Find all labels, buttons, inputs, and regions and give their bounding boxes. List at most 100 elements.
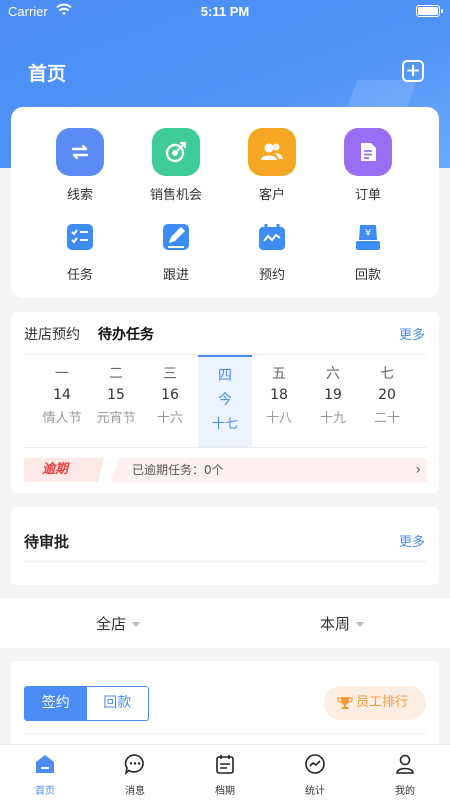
day-number: 今 [218,392,232,408]
day-lunar: 十六 [156,411,183,426]
tab-store-visit[interactable]: 进店预约 [24,324,80,344]
period-filter[interactable]: 本周 [320,613,365,634]
quick-action-tasks[interactable]: 任务 [32,222,128,283]
overdue-text: 已逾期任务：0个 [132,463,224,477]
calendar-day[interactable]: 一 14 情人节 [35,355,89,447]
payment-icon: ¥ [356,225,380,250]
overdue-tag: 逾期 [24,458,104,482]
approval-title: 待审批 [24,533,70,551]
day-number: 16 [161,387,179,403]
quick-action-followup[interactable]: 跟进 [128,222,224,283]
calendar-day[interactable]: 二 15 元宵节 [89,355,143,447]
quick-action-orders[interactable]: 订单 [320,128,416,203]
period-filter-value: 本周 [320,615,351,633]
tab-label: 首页 [35,786,55,797]
day-lunar: 二十 [373,411,400,426]
calendar-day[interactable]: 六 19 十九 [306,355,360,447]
order-icon [344,128,392,176]
quick-action-appointment[interactable]: 预约 [224,222,320,283]
user-icon [396,754,414,774]
day-number: 15 [107,387,125,403]
day-lunar: 十七 [211,417,238,432]
caret-down-icon [132,622,141,627]
swap-icon [56,128,104,176]
calendar-day[interactable]: 三 16 十六 [143,355,197,447]
tab-label: 我的 [395,786,415,797]
day-lunar: 元宵节 [96,411,136,426]
day-number: 14 [53,387,71,403]
add-button[interactable]: + [402,60,424,82]
caret-down-icon [356,622,365,627]
tab-label: 消息 [125,786,145,797]
quick-action-label: 线索 [66,188,93,203]
overdue-info: 已逾期任务：0个 › [110,458,427,482]
filter-bar: 全店 本周 [0,598,450,648]
bottom-tab-bar: 首页 消息 档期 统计 我的 [0,744,450,800]
day-number: 20 [378,387,396,403]
quick-action-leads[interactable]: 线索 [32,128,128,203]
tab-profile[interactable]: 我的 [375,753,435,797]
day-lunar: 情人节 [42,411,82,426]
task-card: 进店预约 待办任务 更多 一 14 情人节 二 15 元宵节 三 16 十六 四… [11,312,439,493]
day-weekday: 一 [55,366,69,382]
chat-icon [124,754,144,776]
divider [24,447,426,448]
day-number: 18 [270,387,288,403]
customers-icon [248,128,296,176]
home-icon [36,755,54,773]
tab-label: 统计 [305,786,325,797]
calendar-day[interactable]: 五 18 十八 [252,355,306,447]
tab-todo-tasks[interactable]: 待办任务 [98,324,154,344]
tab-statistics[interactable]: 统计 [285,753,345,797]
tab-label: 档期 [215,786,235,797]
tab-schedule[interactable]: 档期 [195,753,255,797]
divider [24,561,426,562]
target-icon [152,128,200,176]
calendar-day-today[interactable]: 四 今 十七 [198,355,252,447]
trophy-icon [337,697,353,709]
clock: 5:11 PM [200,4,250,19]
tasks-more-link[interactable]: 更多 [399,324,425,343]
day-weekday: 七 [380,366,394,382]
tab-messages[interactable]: 消息 [105,753,165,797]
quick-action-payment[interactable]: ¥ 回款 [320,222,416,283]
overdue-banner[interactable]: 逾期 已逾期任务：0个 › [24,458,427,482]
store-filter-value: 全店 [96,615,127,633]
appointment-icon [259,224,285,250]
day-weekday: 六 [326,366,340,382]
day-number: 19 [324,387,342,403]
chevron-right-icon: › [415,462,421,478]
employee-rank-label: 员工排行 [356,695,409,710]
battery-icon [416,5,443,17]
day-lunar: 十八 [265,411,292,426]
quick-action-label: 跟进 [162,268,189,283]
day-weekday: 四 [218,368,232,384]
calendar-day[interactable]: 七 20 二十 [360,355,414,447]
svg-text:¥: ¥ [365,228,371,239]
segment-payment[interactable]: 回款 [87,687,149,720]
plus-icon: + [405,60,421,81]
page-title: 首页 [28,63,67,85]
quick-action-label: 订单 [354,188,381,203]
quick-action-label: 客户 [258,188,285,203]
quick-action-opportunity[interactable]: 销售机会 [128,128,224,203]
approval-card: 待审批 更多 [11,507,439,585]
quick-actions-card: 线索 销售机会 客户 订单 任务 跟进 预约 ¥ 回款 [11,107,439,298]
tab-home[interactable]: 首页 [15,753,75,797]
quick-action-label: 预约 [258,268,285,283]
day-lunar: 十九 [319,411,346,426]
store-filter[interactable]: 全店 [96,613,141,634]
employee-rank-button[interactable]: 员工排行 [324,686,426,720]
task-icon [67,224,93,250]
quick-action-label: 回款 [354,268,381,283]
divider [24,733,426,734]
trend-icon [305,754,325,774]
quick-action-customers[interactable]: 客户 [224,128,320,203]
quick-action-label: 销售机会 [149,188,202,203]
approval-more-link[interactable]: 更多 [399,531,425,550]
status-bar: Carrier 5:11 PM [0,0,450,22]
calendar-icon [216,755,234,774]
segment-sign[interactable]: 签约 [25,687,87,720]
followup-icon [163,224,189,250]
stats-segment: 签约 回款 [24,686,149,721]
